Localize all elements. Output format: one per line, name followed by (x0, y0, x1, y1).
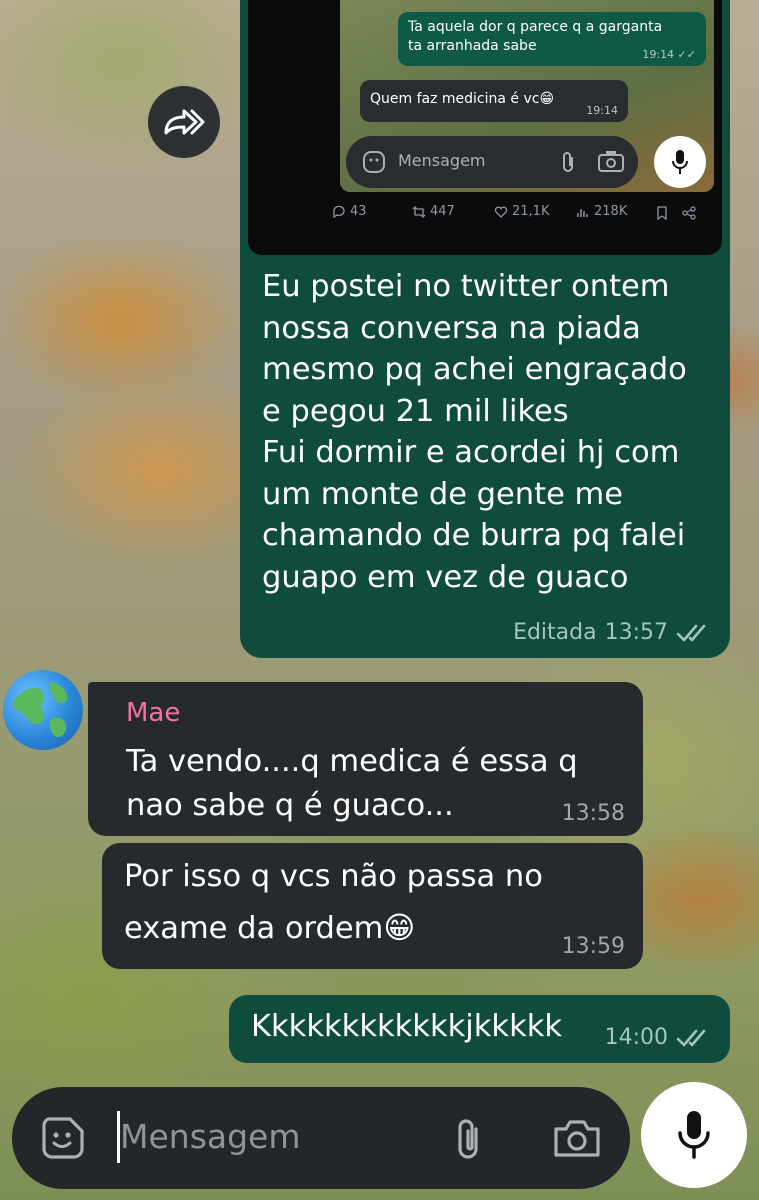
incoming-message[interactable]: Por isso q vcs não passa no exame da ord… (102, 843, 643, 969)
heart-icon (494, 206, 508, 218)
reply-icon (333, 205, 345, 218)
message-text: Eu postei no twitter ontem nossa convers… (262, 269, 687, 595)
paperclip-icon[interactable] (452, 1117, 484, 1161)
message-meta: 14:00 (605, 1025, 712, 1050)
screenshot-outgoing-time: 19:14 ✓✓ (642, 48, 696, 61)
screenshot-mic-button (654, 136, 706, 188)
screenshot-input-bar: Mensagem (346, 136, 638, 188)
double-check-icon (676, 1029, 706, 1046)
sender-name[interactable]: Mae (126, 698, 180, 728)
message-time: 14:00 (604, 1025, 668, 1050)
message-text: Ta vendo....q medica é essa q nao sabe q… (126, 744, 578, 823)
screenshot-incoming-message: Quem faz medicina é vc😁 19:14 (360, 80, 628, 122)
earth-globe-icon (13, 682, 68, 738)
forward-icon (164, 109, 205, 135)
double-check-icon (676, 624, 706, 641)
sticker-icon (363, 151, 385, 173)
shared-screenshot-image[interactable]: Ta aquela dor q parece q a garganta ta a… (248, 0, 722, 255)
bookmark-icon (657, 206, 667, 220)
paperclip-icon (563, 152, 573, 172)
message-text: Por isso q vcs não passa no exame da ord… (124, 859, 543, 946)
tweet-likes: 21,1K (494, 204, 549, 219)
outgoing-message-with-image[interactable]: Ta aquela dor q parece q a garganta ta a… (240, 0, 730, 658)
outgoing-message[interactable]: Kkkkkkkkkkkkjkkkkk 14:00 (229, 995, 730, 1063)
views-icon (577, 208, 588, 217)
camera-icon[interactable] (552, 1117, 602, 1159)
share-icon (682, 206, 696, 220)
sticker-icon[interactable] (40, 1115, 86, 1161)
forward-button[interactable] (148, 86, 220, 158)
incoming-message[interactable]: Mae Ta vendo....q medica é essa q nao sa… (88, 682, 643, 836)
screenshot-incoming-text: Quem faz medicina é vc😁 (370, 91, 555, 107)
retweet-icon (412, 205, 426, 218)
message-input-placeholder[interactable]: Mensagem (120, 1117, 301, 1156)
message-meta: Editada 13:57 (513, 620, 712, 645)
mic-button[interactable] (641, 1082, 747, 1188)
tweet-replies: 43 (332, 204, 367, 219)
screenshot-incoming-time: 19:14 (586, 104, 618, 117)
edited-label: Editada (513, 620, 597, 645)
camera-icon (598, 151, 624, 172)
message-text: Kkkkkkkkkkkkjkkkkk (251, 1009, 563, 1044)
microphone-icon (672, 150, 688, 174)
message-time: 13:58 (561, 801, 625, 826)
tweet-views: 218K (576, 204, 627, 219)
message-time: 13:59 (561, 934, 625, 959)
screenshot-chat-area: Ta aquela dor q parece q a garganta ta a… (340, 0, 714, 192)
message-time: 13:57 (604, 620, 668, 645)
microphone-icon (678, 1111, 710, 1159)
screenshot-outgoing-message: Ta aquela dor q parece q a garganta ta a… (398, 12, 706, 66)
tweet-retweets: 447 (412, 204, 455, 219)
screenshot-outgoing-text: Ta aquela dor q parece q a garganta ta a… (408, 19, 663, 54)
screenshot-input-placeholder: Mensagem (398, 151, 486, 170)
avatar[interactable] (3, 670, 83, 750)
message-input-bar[interactable]: Mensagem (12, 1087, 630, 1189)
